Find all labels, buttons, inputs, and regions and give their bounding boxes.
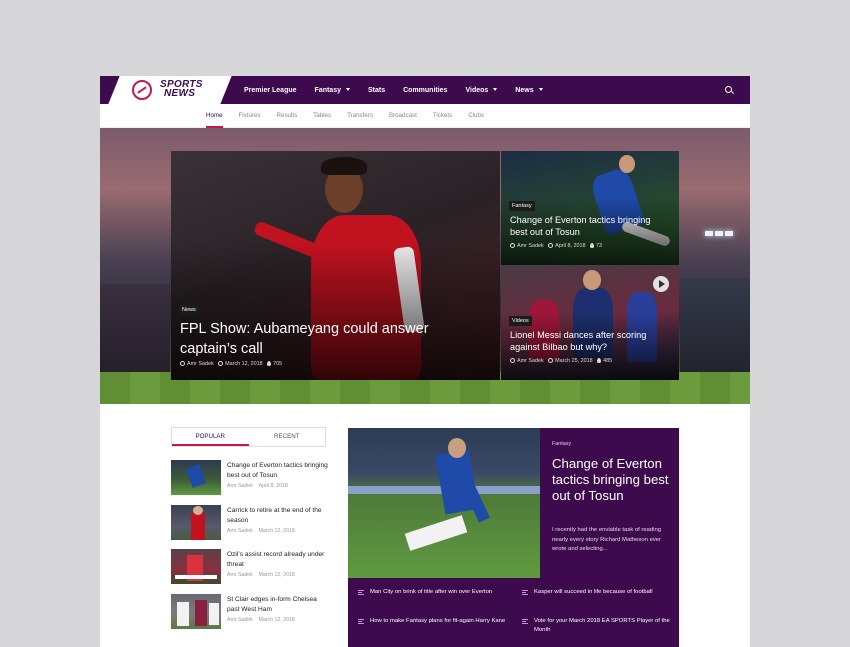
nav-item-premier-league[interactable]: Premier League [244,87,297,94]
popular-list: Change of Everton tactics bringing best … [171,460,331,638]
tab-popular[interactable]: POPULAR [172,428,249,446]
featured-related-links: Man City on brink of title after win ove… [348,578,679,647]
nav-item-communities[interactable]: Communities [403,87,447,94]
subnav-fixtures[interactable]: Fixtures [239,104,261,128]
main-nav: Premier League Fantasy Stats Communities… [244,76,561,104]
subnav-home[interactable]: Home [206,104,223,128]
chevron-down-icon [538,88,543,92]
chevron-down-icon [346,88,350,92]
featured-article[interactable]: Fantasy Change of Everton tactics bringi… [348,428,679,647]
article-meta: Amr Sadek March 12, 2018 705 [180,361,282,367]
site-logo[interactable]: SPORTS NEWS [118,76,218,104]
list-item-title[interactable]: Change of Everton tactics bringing best … [227,461,331,481]
featured-category[interactable]: Fantasy [552,441,571,447]
fire-icon [597,358,602,363]
featured-description: I recently had the enviable task of read… [552,527,662,553]
logo-text: SPORTS NEWS [160,79,203,99]
hero-side-article-2[interactable]: Videos Lionel Messi dances after scoring… [501,266,679,380]
article-title[interactable]: Change of Everton tactics bringing best … [510,214,670,239]
article-thumbnail [171,504,221,540]
sub-navbar: Home Fixtures Results Tables Transfers B… [100,104,750,128]
hero-side-article-1[interactable]: Fantasy Change of Everton tactics bringi… [501,151,679,265]
article-title[interactable]: FPL Show: Aubameyang could answer captai… [180,319,430,359]
featured-image [348,428,540,578]
related-link[interactable]: Man City on brink of title after win ove… [358,588,508,597]
nav-item-videos[interactable]: Videos [465,87,498,94]
list-item[interactable]: St Clair edges in-form Chelsea past West… [171,593,331,639]
related-link[interactable]: Vote for your March 2018 EA SPORTS Playe… [522,617,672,635]
category-tag[interactable]: News [179,305,199,315]
clock-icon [548,243,554,248]
article-thumbnail [171,593,221,629]
subnav-tables[interactable]: Tables [313,104,331,128]
search-icon[interactable] [725,86,732,93]
list-item[interactable]: Change of Everton tactics bringing best … [171,460,331,505]
ball-icon [132,80,152,100]
user-icon [180,361,185,366]
list-item-meta: Amr Sadek April 8, 2018 [227,483,288,489]
fire-icon [589,243,594,248]
subnav-results[interactable]: Results [277,104,298,128]
nav-item-fantasy[interactable]: Fantasy [315,87,350,94]
category-tag[interactable]: Videos [509,316,532,326]
floodlights [704,224,744,244]
list-item[interactable]: Carrick to retire at the end of the seas… [171,504,331,550]
list-item-meta: Amr Sadek March 12, 2018 [227,616,295,623]
list-icon [358,590,364,595]
play-icon[interactable] [653,276,669,292]
related-link[interactable]: How to make Fantasy plans for fit-again … [358,617,508,626]
article-thumbnail [171,549,221,584]
nav-item-news[interactable]: News [515,87,543,94]
list-item-title[interactable]: St Clair edges in-form Chelsea past West… [227,595,331,615]
top-navbar: SPORTS NEWS Premier League Fantasy Stats… [100,76,750,104]
article-meta: Amr Sadek March 25, 2018 485 [510,358,612,364]
article-thumbnail [171,460,221,495]
clock-icon [548,358,554,363]
subnav-transfers[interactable]: Transfers [347,104,373,128]
subnav-broadcast[interactable]: Broadcast [389,104,417,128]
list-icon [522,619,528,624]
list-icon [358,619,364,624]
user-icon [510,243,515,248]
user-icon [510,358,515,363]
hero-main-article[interactable]: News FPL Show: Aubameyang could answer c… [171,151,500,380]
subnav-tickets[interactable]: Tickets [433,104,452,128]
fire-icon [267,361,272,366]
clock-icon [218,361,224,366]
list-icon [522,590,528,595]
category-tag[interactable]: Fantasy [509,201,535,211]
subnav-clubs[interactable]: Clubs [468,104,484,128]
article-meta: Amr Sadek April 8, 2018 73 [510,243,602,249]
list-item-title[interactable]: Ozil’s assist record already under threa… [227,550,331,570]
list-item-meta: Amr Sadek March 12, 2018 [227,527,295,534]
list-item-title[interactable]: Carrick to retire at the end of the seas… [227,506,331,526]
popular-recent-tabs: POPULAR RECENT [171,427,326,447]
list-item-meta: Amr Sadek March 12, 2018 [227,572,295,578]
related-link[interactable]: Kasper will succeed in life because of f… [522,588,672,597]
website-frame: SPORTS NEWS Premier League Fantasy Stats… [100,76,750,647]
featured-title[interactable]: Change of Everton tactics bringing best … [552,456,674,504]
tab-recent[interactable]: RECENT [249,428,326,446]
hero-section: News FPL Show: Aubameyang could answer c… [100,128,750,404]
list-item[interactable]: Ozil’s assist record already under threa… [171,549,331,594]
nav-item-stats[interactable]: Stats [368,87,385,94]
chevron-down-icon [493,88,498,92]
article-title[interactable]: Lionel Messi dances after scoring agains… [510,329,675,354]
